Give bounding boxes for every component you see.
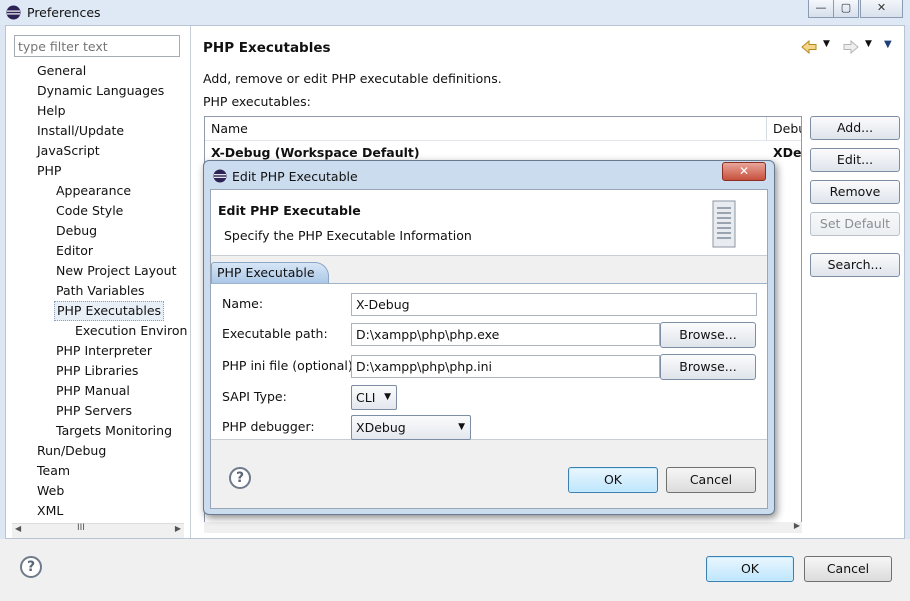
page-description: Add, remove or edit PHP executable defin… bbox=[203, 71, 502, 86]
table-horizontal-scrollbar[interactable]: ▶ bbox=[204, 521, 802, 533]
remove-button[interactable]: Remove bbox=[810, 180, 900, 204]
chevron-down-icon: ▼ bbox=[458, 422, 465, 432]
browse-executable-button[interactable]: Browse... bbox=[660, 322, 756, 348]
tree-item-javascript[interactable]: JavaScript bbox=[37, 141, 100, 161]
executable-path-label: Executable path: bbox=[222, 326, 328, 341]
php-debugger-value: XDebug bbox=[356, 420, 406, 435]
filter-input[interactable] bbox=[14, 35, 180, 57]
eclipse-icon bbox=[213, 169, 227, 183]
view-menu-icon[interactable]: ▼ bbox=[884, 39, 892, 50]
tree-item-general[interactable]: General bbox=[37, 61, 86, 81]
edit-button[interactable]: Edit... bbox=[810, 148, 900, 172]
tab-php-executable[interactable]: PHP Executable bbox=[211, 262, 329, 284]
dialog-close-button[interactable]: ✕ bbox=[722, 162, 766, 181]
tree-item-dynamic-languages[interactable]: Dynamic Languages bbox=[37, 81, 164, 101]
maximize-button[interactable]: ▢ bbox=[833, 0, 859, 18]
executables-label: PHP executables: bbox=[203, 94, 311, 109]
arrow-right-icon[interactable] bbox=[843, 40, 859, 54]
tree-item-path-variables[interactable]: Path Variables bbox=[56, 281, 145, 301]
tree-item-web[interactable]: Web bbox=[37, 481, 64, 501]
tree-item-new-project-layout[interactable]: New Project Layout bbox=[56, 261, 176, 281]
scroll-right-arrow-icon[interactable]: ▶ bbox=[794, 521, 800, 530]
eclipse-icon bbox=[6, 5, 21, 20]
dialog-header-title: Edit PHP Executable bbox=[218, 203, 361, 218]
dialog-ok-button[interactable]: OK bbox=[568, 467, 658, 493]
add-button[interactable]: Add... bbox=[810, 116, 900, 140]
tree-item-php-servers[interactable]: PHP Servers bbox=[56, 401, 132, 421]
tree-item-php-executables[interactable]: PHP Executables bbox=[54, 301, 165, 321]
help-icon[interactable]: ? bbox=[20, 556, 42, 578]
cell-debugger: XDel bbox=[773, 145, 802, 160]
tree-item-run-debug[interactable]: Run/Debug bbox=[37, 441, 106, 461]
scroll-left-arrow-icon[interactable]: ◀ bbox=[15, 524, 21, 533]
edit-php-executable-dialog: Edit PHP Executable ✕ Edit PHP Executabl… bbox=[203, 160, 775, 515]
cancel-button[interactable]: Cancel bbox=[804, 556, 892, 582]
dialog-header-subtitle: Specify the PHP Executable Information bbox=[224, 228, 472, 243]
server-icon bbox=[712, 200, 736, 248]
ok-button[interactable]: OK bbox=[706, 556, 794, 582]
dialog-titlebar: Edit PHP Executable ✕ bbox=[204, 161, 774, 189]
chevron-down-icon: ▼ bbox=[384, 392, 391, 402]
forward-dropdown-icon[interactable]: ▼ bbox=[865, 39, 872, 49]
page-navigation: ▼ ▼ ▼ bbox=[801, 38, 901, 56]
tree-item-appearance[interactable]: Appearance bbox=[56, 181, 131, 201]
window-titlebar: Preferences — ▢ ✕ bbox=[0, 0, 910, 25]
tree-item-install-update[interactable]: Install/Update bbox=[37, 121, 124, 141]
back-dropdown-icon[interactable]: ▼ bbox=[823, 39, 830, 49]
name-field[interactable]: X-Debug bbox=[351, 293, 757, 316]
tree-item-editor[interactable]: Editor bbox=[56, 241, 93, 261]
search-button[interactable]: Search... bbox=[810, 253, 900, 277]
sapi-type-value: CLI bbox=[356, 390, 376, 405]
dialog-title: Edit PHP Executable bbox=[232, 169, 358, 184]
help-icon[interactable]: ? bbox=[229, 467, 251, 489]
column-header-name[interactable]: Name bbox=[205, 117, 767, 141]
php-debugger-select[interactable]: XDebug ▼ bbox=[351, 415, 471, 440]
scroll-right-arrow-icon[interactable]: ▶ bbox=[175, 524, 181, 533]
dialog-header: Edit PHP Executable Specify the PHP Exec… bbox=[211, 190, 767, 256]
tree-item-help[interactable]: Help bbox=[37, 101, 66, 121]
dialog-tabs: PHP Executable bbox=[211, 262, 767, 284]
tree-item-execution-environments[interactable]: Execution Environ bbox=[75, 321, 187, 341]
name-label: Name: bbox=[222, 296, 264, 311]
preferences-tree: General Dynamic Languages Help Install/U… bbox=[6, 61, 190, 523]
browse-ini-button[interactable]: Browse... bbox=[660, 354, 756, 380]
tree-item-xml[interactable]: XML bbox=[37, 501, 63, 521]
php-ini-label: PHP ini file (optional): bbox=[222, 358, 357, 373]
dialog-cancel-button[interactable]: Cancel bbox=[666, 467, 756, 493]
executable-path-field[interactable]: D:\xampp\php\php.exe bbox=[351, 323, 660, 346]
tree-item-php[interactable]: PHP bbox=[37, 161, 61, 181]
arrow-left-icon[interactable] bbox=[801, 40, 817, 54]
sapi-type-select[interactable]: CLI ▼ bbox=[351, 385, 397, 410]
set-default-button[interactable]: Set Default bbox=[810, 212, 900, 236]
sapi-type-label: SAPI Type: bbox=[222, 389, 287, 404]
minimize-button[interactable]: — bbox=[808, 0, 834, 18]
tree-item-php-manual[interactable]: PHP Manual bbox=[56, 381, 130, 401]
scroll-thumb[interactable]: III bbox=[77, 523, 85, 533]
column-header-debugger[interactable]: Debu bbox=[767, 117, 801, 141]
php-ini-field[interactable]: D:\xampp\php\php.ini bbox=[351, 355, 660, 378]
window-title: Preferences bbox=[27, 5, 101, 20]
preferences-footer: ? OK Cancel bbox=[0, 539, 910, 601]
tree-item-team[interactable]: Team bbox=[37, 461, 70, 481]
dialog-body: Edit PHP Executable Specify the PHP Exec… bbox=[210, 189, 768, 509]
tree-item-debug[interactable]: Debug bbox=[56, 221, 97, 241]
tree-item-code-style[interactable]: Code Style bbox=[56, 201, 123, 221]
tree-horizontal-scrollbar[interactable]: ◀ III ▶ bbox=[12, 523, 184, 538]
tree-item-php-libraries[interactable]: PHP Libraries bbox=[56, 361, 138, 381]
php-debugger-label: PHP debugger: bbox=[222, 419, 315, 434]
pane-splitter[interactable] bbox=[190, 26, 191, 538]
close-button[interactable]: ✕ bbox=[860, 0, 903, 18]
page-title: PHP Executables bbox=[203, 40, 331, 56]
tree-item-targets-monitoring[interactable]: Targets Monitoring bbox=[56, 421, 172, 441]
php-executable-form: Name: X-Debug Executable path: D:\xampp\… bbox=[211, 283, 767, 440]
tree-item-php-interpreter[interactable]: PHP Interpreter bbox=[56, 341, 152, 361]
